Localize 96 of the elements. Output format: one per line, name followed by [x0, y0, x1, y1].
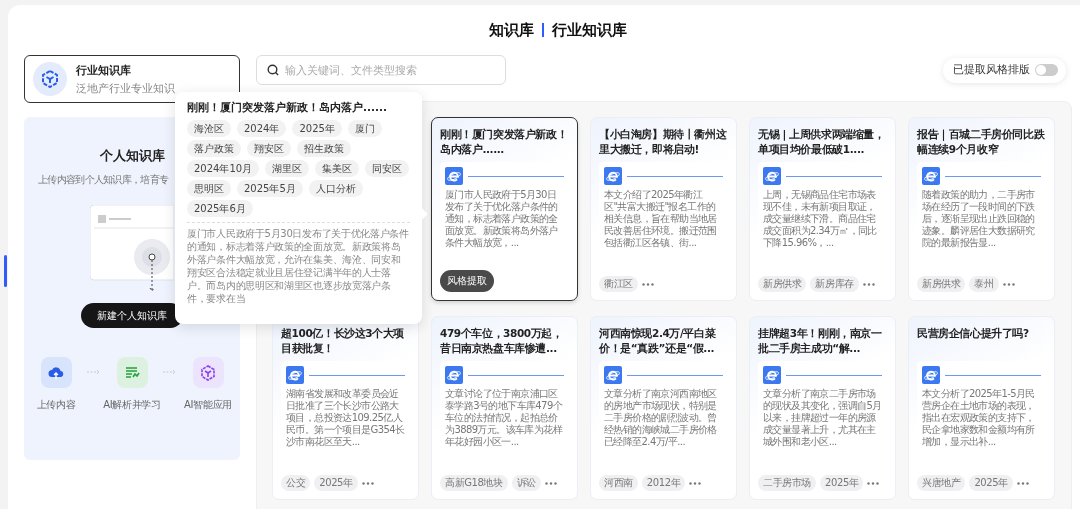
more-icon[interactable]: [867, 481, 880, 485]
browser-icon: [604, 167, 622, 185]
article-summary: 本文分析了2025年1-5月民营房企在土地市场的表现，指出在宏观政策的支持下，民企拿地家数和金额均有所增加，显示出补...: [922, 388, 1036, 448]
popover-summary: 厦门市人民政府于5月30日发布了关于优化落户条件的通知，标志着落户政策的全面放宽。新政策将岛外落户条件大幅放宽，允许在集美、海沧、同安和翔安区合法稳定就业且居住登记满半年的人士落户。而岛内的思明区和湖里区也逐步放宽落户条件，要求在当: [187, 227, 410, 305]
article-title: 挂牌超3年！刚刚，南京一批二手房主成功“解...: [758, 326, 883, 356]
tag: 新房供求: [758, 276, 807, 292]
tag: 新房供求: [917, 276, 966, 292]
popover-title: 刚刚！厦门突发落户新政！岛内落户......: [187, 101, 388, 115]
cube-icon: [33, 62, 67, 96]
tag: 衢江区: [599, 276, 638, 292]
article-summary: 文章分析了南京河西南地区的房地产市场现状，特别是二手房价格的剧烈波动。曾经热销的海峡城二手房价格已经降至2.4万/平...: [604, 388, 718, 448]
article-title: 河西南惊现2.4万/平白菜价！是“真跌”还是“假...: [599, 326, 717, 356]
article-card[interactable]: 民营房企信心提升了吗? 本文分析了2025年1-5月民营房企在土地市场的表现，指出在宏观政策的支持下，民企拿地家数和金额均有所增加，显示出补... 兴唐地产 2025年: [908, 316, 1055, 500]
card-title: 行业知识库: [76, 62, 132, 78]
article-title: 刚刚！厦门突发落户新政！岛内落户......: [440, 127, 569, 157]
more-icon[interactable]: [641, 282, 654, 286]
article-summary: 文章分析了南京二手房市场的现状及其变化，强调自5月以来，挂牌超过一年的房源成交量显著上升，尤其在主城外围和老小区...: [763, 388, 882, 448]
page-subtitle: 行业知识库: [552, 20, 627, 40]
browser-icon: [604, 366, 622, 384]
search-field[interactable]: 输入关键词、文件类型搜索: [256, 55, 506, 85]
tag: 兴唐地产: [917, 475, 966, 491]
search-icon: [267, 64, 279, 76]
arrow-icon: [87, 369, 101, 375]
article-summary: 文章讨论了位于南京浦口区泰学路3号的地下车库479个车位的法拍情况，起拍总价为3889万元。该车库为花样年花好园小区一...: [445, 388, 564, 448]
more-icon[interactable]: [689, 481, 702, 485]
tag: 泰州: [969, 276, 999, 292]
document-analysis-icon: [124, 365, 140, 380]
article-title: 无锡 | 上周供求两端缩量，单项目均价最低破1....: [758, 127, 886, 157]
tag: 2025年6月: [187, 200, 253, 217]
tag: 2024年: [237, 120, 287, 137]
toggle-label: 已提取风格排版: [953, 63, 1030, 77]
tag: 新房库存: [810, 276, 859, 292]
article-summary: 本文介绍了2025年衢江区"共富大搬迁"报名工作的相关信息，旨在帮助当地居民改善居住环境。搬迁范围包括衢江区各镇、街...: [604, 189, 718, 249]
panel-title: 个人知识库: [99, 147, 165, 165]
browser-icon: [286, 366, 304, 384]
panel-description: 上传内容到个人知识库，培育专: [37, 173, 169, 187]
browser-icon: [922, 366, 940, 384]
tag: 2012年: [641, 475, 686, 491]
page-title: 知识库: [489, 20, 534, 40]
browser-icon: [763, 167, 781, 185]
more-icon[interactable]: [1016, 481, 1029, 485]
toggle-switch[interactable]: [1035, 64, 1058, 76]
browser-icon: [445, 366, 463, 384]
more-icon[interactable]: [1002, 282, 1015, 286]
browser-icon: [763, 366, 781, 384]
article-summary: 上周，无锡商品住宅市场表现不佳，未有新项目取证，成交量继续下滑。商品住宅成交面积为2.34万㎡，同比下降15.96%，...: [763, 189, 878, 249]
article-summary: 随着政策的助力，二手房市场在经历了一段时间的下跌后，逐渐呈现出止跌回稳的迹象。麟评居住大数据研究院的最新报告显...: [922, 189, 1036, 249]
tag: 同安区: [365, 160, 410, 177]
article-summary: 厦门市人民政府于5月30日发布了关于优化落户条件的通知，标志着落户政策的全面放宽。新政策将岛外落户条件大幅放宽，...: [445, 189, 559, 249]
tag: 湖里区: [265, 160, 310, 177]
step-label: AI智能应用: [184, 398, 232, 412]
step-label: 上传内容: [36, 398, 76, 412]
article-card[interactable]: 河西南惊现2.4万/平白菜价！是“真跌”还是“假... 文章分析了南京河西南地区的房地产市场现状，特别是二手房价格的剧烈波动。曾经热销的海峡城二手房价格已经降至2.4万/平... 河西南 2012年: [590, 316, 737, 500]
article-card[interactable]: 刚刚！厦门突发落户新政！岛内落户...... 厦门市人民政府于5月30日发布了关于优化落户条件的通知，标志着落户政策的全面放宽。新政策将岛外落户条件大幅放宽，... 风格提取: [431, 117, 578, 301]
tag: 2025年: [314, 475, 358, 491]
card-description: 泛地产行业专业知识: [76, 81, 175, 96]
cube-icon: [200, 364, 216, 381]
more-icon[interactable]: [361, 481, 374, 485]
tag: 2025年: [820, 475, 864, 491]
more-icon[interactable]: [862, 282, 875, 286]
tag: 集美区: [315, 160, 360, 177]
tag: 高新G18地块: [440, 475, 508, 491]
tag: 2025年5月: [237, 180, 303, 197]
cloud-upload-icon: [48, 365, 64, 380]
tag: 二手房市场: [758, 475, 816, 491]
article-title: 479个车位，3800万起，昔日南京热盘车库惨遭...: [440, 326, 564, 356]
tag: 2025年: [969, 475, 1013, 491]
tag: 翔安区: [247, 140, 291, 157]
style-extract-button[interactable]: 风格提取: [440, 270, 494, 292]
article-title: 报告｜百城二手房价同比跌幅连续9个月收窄: [917, 127, 1046, 157]
tag: 公交: [281, 475, 311, 491]
tag: 思明区: [187, 180, 231, 197]
tag: 2025年: [292, 120, 342, 137]
article-card[interactable]: 无锡 | 上周供求两端缩量，单项目均价最低破1.... 上周，无锡商品住宅市场表现不佳，未有新项目取证，成交量继续下滑。商品住宅成交面积为2.34万㎡，同比下降15.96%，... 新房供求 新房库存: [749, 117, 896, 301]
browser-icon: [445, 167, 463, 185]
article-title: 民营房企信心提升了吗?: [917, 326, 1030, 341]
step-label: AI解析并学习: [103, 398, 161, 412]
tag: 落户政策: [187, 140, 241, 157]
tag: 诉讼: [511, 475, 541, 491]
tag: 海沧区: [187, 120, 231, 137]
article-title: 【小白淘房】期待丨衢州这里大搬迁，即将启动!: [599, 127, 728, 157]
article-summary: 湖南省发展和改革委员会近日批准了三个长沙市公路大项目，总投资达109.25亿人民币。第一个项目是G354长沙市南花区至天...: [286, 388, 405, 448]
tag: 厦门: [347, 120, 382, 137]
article-card[interactable]: 【小白淘房】期待丨衢州这里大搬迁，即将启动! 本文介绍了2025年衢江区"共富大搬迁"报名工作的相关信息，旨在帮助当地居民改善居住环境。搬迁范围包括衢江区各镇、街... 衢江区: [590, 117, 737, 301]
tag: 人口分析: [308, 180, 363, 197]
tag: 2024年10月: [187, 160, 260, 177]
tag: 河西南: [599, 475, 638, 491]
more-icon[interactable]: [544, 481, 557, 485]
browser-icon: [922, 167, 940, 185]
article-title: 超100亿！长沙这3个大项目获批复！: [281, 326, 406, 356]
article-card[interactable]: 报告｜百城二手房价同比跌幅连续9个月收窄 随着政策的助力，二手房市场在经历了一段时间的下跌后，逐渐呈现出止跌回稳的迹象。麟评居住大数据研究院的最新报告显... 新房供求 泰州: [908, 117, 1055, 301]
arrow-icon: [163, 369, 177, 375]
article-card[interactable]: 挂牌超3年！刚刚，南京一批二手房主成功“解... 文章分析了南京二手房市场的现状及其变化，强调自5月以来，挂牌超过一年的房源成交量显著上升，尤其在主城外围和老小区... 二手房市场 2025年: [749, 316, 896, 500]
tag: 招生政策: [297, 140, 351, 157]
article-card[interactable]: 479个车位，3800万起，昔日南京热盘车库惨遭... 文章讨论了位于南京浦口区泰学路3号的地下车库479个车位的法拍情况，起拍总价为3889万元。该车库为花样年花好园小区一... 高新G18地块 诉讼: [431, 316, 578, 500]
side-marker: [4, 255, 7, 287]
